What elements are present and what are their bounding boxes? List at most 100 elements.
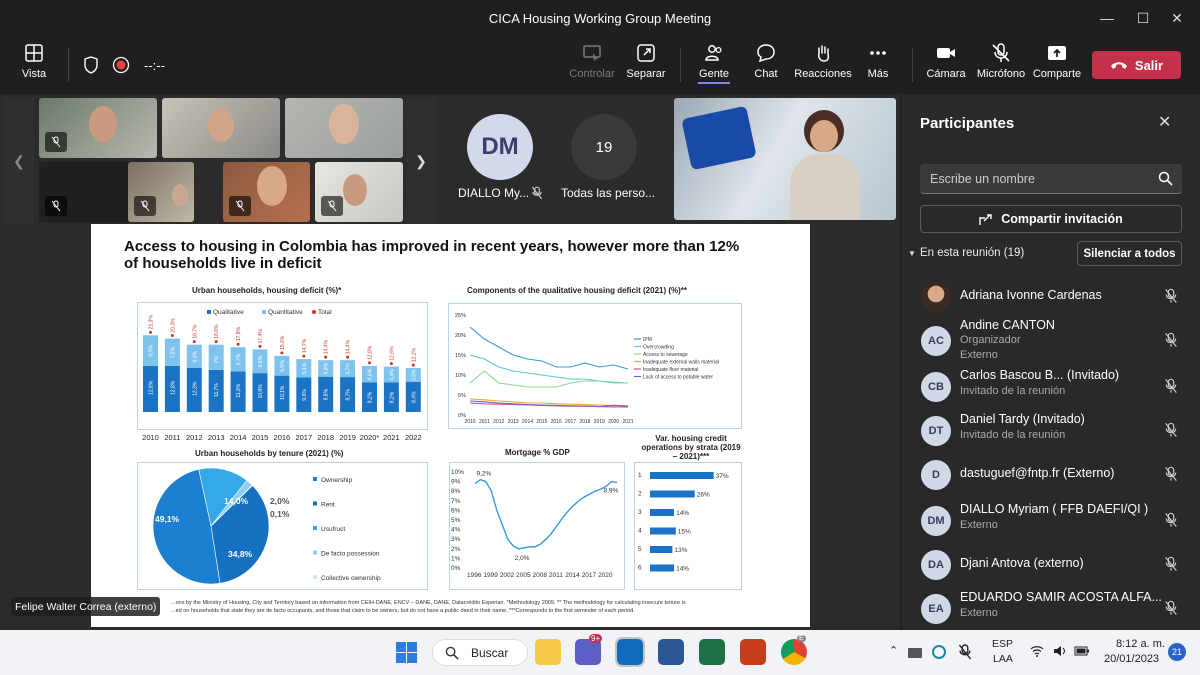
qualitative-label: 9,8%	[324, 388, 330, 400]
share-button[interactable]: Comparte	[1027, 42, 1087, 92]
y-tick-label: 2	[638, 491, 642, 498]
file-explorer-icon[interactable]	[535, 639, 561, 665]
quantitative-label: 6,7%	[236, 353, 242, 365]
teams-icon[interactable]: 9+	[575, 634, 603, 665]
pop-out-icon	[637, 44, 655, 62]
more-button[interactable]: Más	[848, 42, 908, 92]
input-language[interactable]: ESP	[992, 638, 1013, 650]
credit-strata-bar-chart: 1 37% 2 26% 3 14% 4 15% 5 13% 6 14%	[638, 472, 729, 573]
quantitative-label: 4,4%	[389, 369, 395, 381]
powerpoint-icon[interactable]	[740, 639, 766, 665]
outlook-icon[interactable]	[615, 637, 645, 667]
video-tile[interactable]	[162, 98, 280, 158]
bar-label: 37%	[716, 473, 729, 480]
participant-row[interactable]: DA Djani Antova (externo)	[902, 542, 1200, 588]
video-tile[interactable]	[315, 162, 403, 222]
chat-button[interactable]: Chat	[736, 42, 796, 92]
section-header[interactable]: En esta reunión (19)	[920, 247, 1024, 259]
input-language-region[interactable]: LAA	[993, 653, 1013, 665]
video-tile[interactable]	[223, 162, 310, 222]
clock-date[interactable]: 20/01/2023	[1104, 653, 1159, 665]
qualitative-label: 12,3%	[192, 381, 198, 396]
y-tick-label: 1	[638, 472, 642, 479]
taskbar-search-label: Buscar	[471, 646, 509, 660]
quantitative-label: 7%	[214, 355, 220, 363]
participant-row[interactable]: DM DIALLO Myriam ( FFB DAEFI/QI ) Externo	[902, 498, 1200, 544]
x-tick-label: 2017	[565, 419, 576, 425]
control-button[interactable]: Controlar	[562, 42, 622, 92]
tray-app-icon[interactable]	[908, 648, 922, 658]
gallery-prev-button[interactable]: ❮	[4, 98, 34, 224]
tray-mic-off-icon[interactable]	[958, 643, 972, 661]
camera-button[interactable]: Cámara	[916, 42, 976, 92]
video-tile[interactable]	[39, 98, 157, 158]
mute-all-button[interactable]: Silenciar a todos	[1077, 241, 1182, 266]
x-tick-label: 2012	[493, 419, 504, 425]
view-button[interactable]: Vista	[4, 42, 64, 92]
reactions-label: Reacciones	[794, 68, 852, 80]
wifi-icon[interactable]	[1030, 645, 1044, 657]
close-panel-button[interactable]: ✕	[1158, 112, 1171, 132]
x-tick-label: 2015	[536, 419, 547, 425]
participant-row[interactable]: AC Andine CANTON Organizador Externo	[902, 318, 1200, 364]
y-tick-label: 5	[638, 546, 642, 553]
chevron-down-icon[interactable]: ▼	[908, 249, 916, 258]
close-window-button[interactable]: ✕	[1154, 0, 1200, 36]
share-invite-button[interactable]: Compartir invitación	[920, 205, 1182, 233]
participant-row[interactable]: EA EDUARDO SAMIR ACOSTA ALFA... Externo	[902, 586, 1200, 632]
people-button[interactable]: Gente	[684, 42, 744, 92]
bar	[650, 564, 675, 572]
share-label: Comparte	[1032, 68, 1082, 80]
legend-swatch	[313, 477, 317, 481]
participant-row[interactable]: CB Carlos Bascou B... (Invitado) Invitado …	[902, 364, 1200, 410]
record-icon[interactable]	[112, 56, 130, 74]
chart-title: Mortgage % GDP	[505, 448, 570, 457]
participant-video	[343, 174, 367, 206]
overflow-label: Todas las perso...	[561, 186, 656, 200]
overflow-count[interactable]: 19	[571, 114, 637, 180]
chrome-profile-badge: E	[797, 635, 806, 642]
quantitative-label: 4,6%	[368, 368, 374, 380]
participant-search-input[interactable]: Escribe un nombre	[920, 164, 1182, 194]
battery-icon[interactable]	[1074, 645, 1090, 657]
participant-row[interactable]: Ddastuguef@fntp.fr (Externo)	[902, 452, 1200, 498]
reactions-button[interactable]: Reacciones	[792, 42, 854, 92]
chrome-icon[interactable]: E	[781, 635, 807, 665]
clock-time[interactable]: 8:12 a. m.	[1116, 638, 1165, 650]
volume-icon[interactable]	[1053, 645, 1067, 657]
participant-role: Externo	[960, 519, 998, 531]
x-tick-label: 2011	[549, 572, 563, 579]
tray-sync-icon[interactable]	[932, 645, 946, 659]
video-tile[interactable]	[285, 98, 403, 158]
tenure-pie-chart: 49,1% 34,8% 14,0% 2,0% 0,1% Ownership Rent Usuf…	[152, 467, 381, 585]
shield-icon[interactable]	[83, 56, 99, 74]
participant-video	[89, 106, 117, 142]
total-marker	[324, 355, 328, 359]
windows-start-icon[interactable]	[396, 642, 417, 663]
participant-name: dastuguef@fntp.fr (Externo)	[960, 466, 1115, 480]
qualitative-label: 11,3%	[236, 383, 242, 397]
gallery-next-button[interactable]: ❯	[406, 98, 436, 224]
annotation: 8,9%	[604, 488, 619, 495]
participant-row[interactable]: DT Daniel Tardy (Invitado) Invitado de la …	[902, 408, 1200, 454]
total-label: 20,3%	[170, 318, 176, 333]
bar-label: 15%	[678, 529, 691, 536]
avatar[interactable]: DM	[467, 114, 533, 180]
leave-button[interactable]: Salir	[1092, 51, 1181, 79]
mic-off-icon	[45, 132, 67, 152]
notification-badge[interactable]: 21	[1168, 643, 1186, 661]
toolbar-divider	[912, 48, 913, 82]
tray-chevron-up-icon[interactable]: ⌃	[889, 644, 898, 657]
pop-out-button[interactable]: Separar	[616, 42, 676, 92]
microphone-button[interactable]: Micrófono	[971, 42, 1031, 92]
participant-row[interactable]: Adriana Ivonne Cardenas	[902, 274, 1200, 320]
excel-icon[interactable]	[699, 639, 725, 665]
bar	[650, 527, 676, 535]
mic-off-icon	[992, 43, 1010, 62]
quantitative-label: 8,5%	[149, 345, 155, 357]
speaker-name-label: Felipe Walter Correa (externo)	[11, 597, 161, 616]
taskbar-search-button[interactable]: Buscar	[432, 639, 528, 666]
speaker-video-tile[interactable]	[674, 98, 896, 220]
video-tile[interactable]	[128, 162, 194, 222]
word-icon[interactable]	[658, 639, 684, 665]
